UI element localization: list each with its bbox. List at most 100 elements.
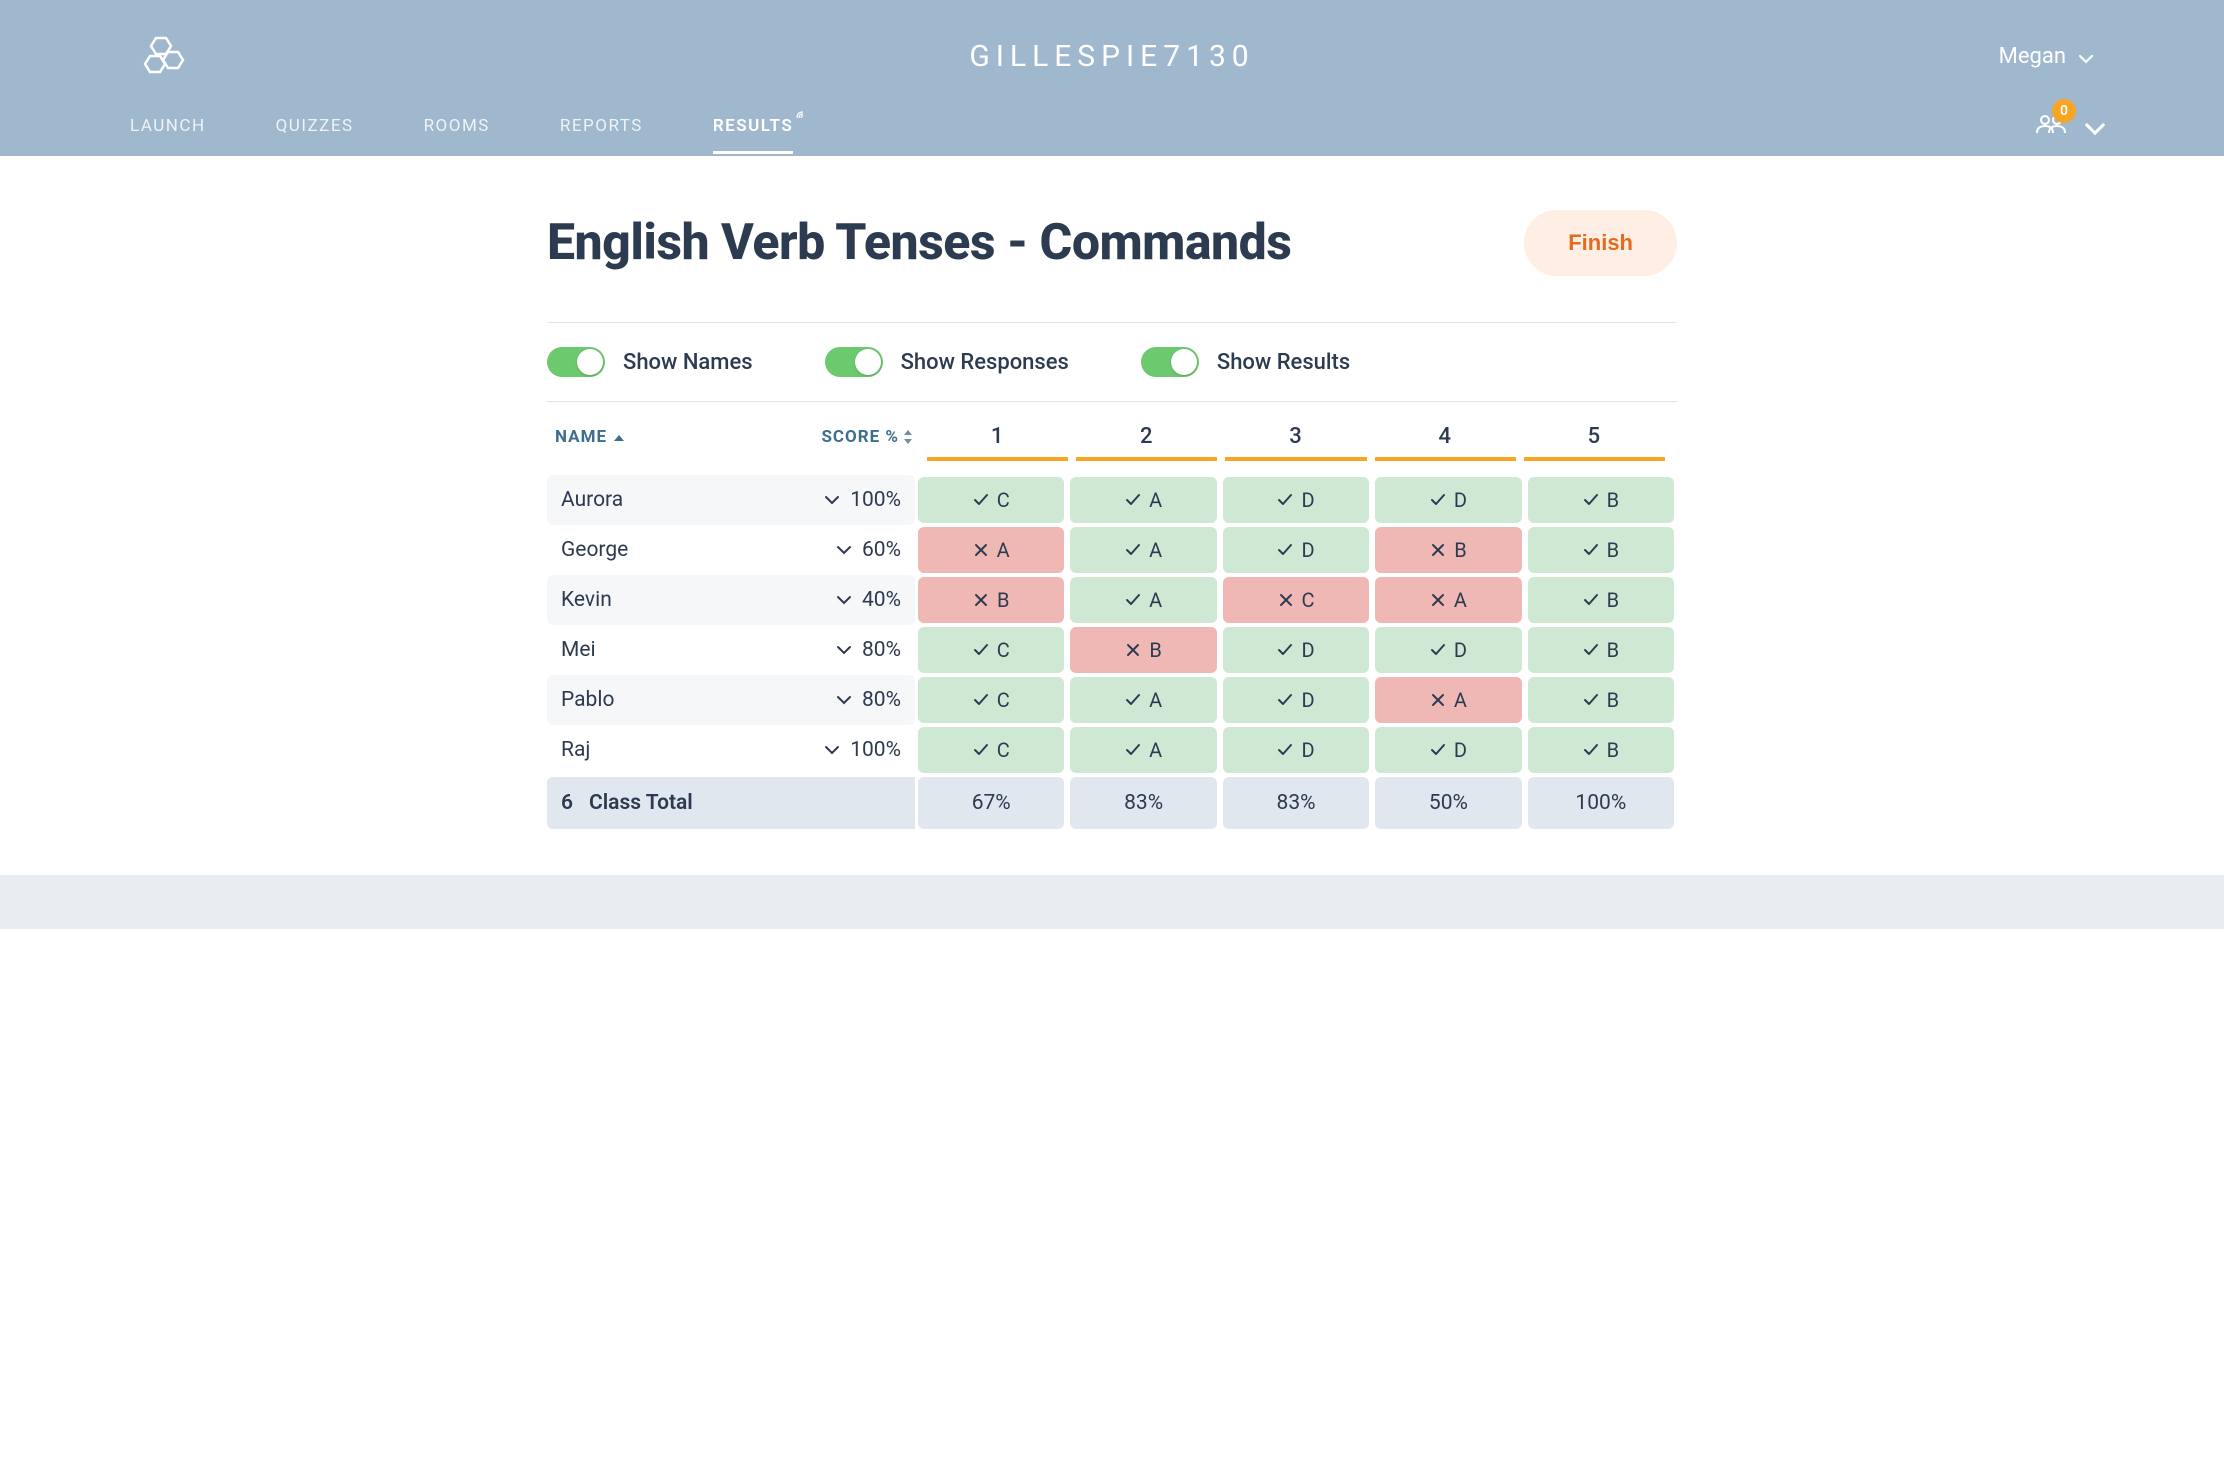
answer-cell[interactable]: B <box>1375 527 1521 573</box>
answer-letter: B <box>1607 488 1619 512</box>
student-name-cell[interactable]: Raj <box>547 725 797 775</box>
answer-cell[interactable]: D <box>1223 727 1369 773</box>
check-icon <box>1277 492 1293 508</box>
nav-quizzes[interactable]: QUIZZES <box>276 98 354 154</box>
toggle-show-names[interactable] <box>547 347 605 377</box>
answer-cell[interactable]: C <box>918 677 1064 723</box>
check-icon <box>1277 692 1293 708</box>
student-score-cell[interactable]: 80% <box>797 675 915 725</box>
chevron-down-icon <box>836 592 852 608</box>
answer-cell[interactable]: C <box>918 727 1064 773</box>
answer-cell[interactable]: B <box>1528 577 1674 623</box>
room-code[interactable]: GILLESPIE7130 <box>969 39 1254 74</box>
answer-cell[interactable]: D <box>1223 627 1369 673</box>
column-q1[interactable]: 1 <box>923 424 1072 449</box>
page-title: English Verb Tenses - Commands <box>547 214 1291 272</box>
answer-cell[interactable]: A <box>1070 527 1216 573</box>
answer-cell[interactable]: D <box>1375 477 1521 523</box>
answer-letter: A <box>1149 588 1162 612</box>
student-name-cell[interactable]: Mei <box>547 625 797 675</box>
answer-cell[interactable]: B <box>918 577 1064 623</box>
answer-letter: D <box>1301 638 1314 662</box>
column-q5[interactable]: 5 <box>1520 424 1669 449</box>
column-q2[interactable]: 2 <box>1072 424 1221 449</box>
total-label: Class Total <box>589 791 693 815</box>
column-q4[interactable]: 4 <box>1371 424 1520 449</box>
total-q4: 50% <box>1375 777 1521 829</box>
total-label-cell: 6 Class Total <box>547 777 915 829</box>
answer-letter: A <box>1149 688 1162 712</box>
student-score-cell[interactable]: 80% <box>797 625 915 675</box>
answer-letter: C <box>997 688 1010 712</box>
answer-cell[interactable]: A <box>1070 677 1216 723</box>
answer-letter: C <box>997 738 1010 762</box>
answer-letter: D <box>1301 738 1314 762</box>
student-name-cell[interactable]: Pablo <box>547 675 797 725</box>
answer-cell[interactable]: B <box>1528 527 1674 573</box>
answer-letter: A <box>1454 688 1467 712</box>
answer-cell[interactable]: B <box>1070 627 1216 673</box>
check-icon <box>1125 692 1141 708</box>
user-menu[interactable]: Megan <box>1999 44 2094 69</box>
toggle-show-results[interactable] <box>1141 347 1199 377</box>
chevron-down-icon <box>2078 118 2094 134</box>
student-name-cell[interactable]: Aurora <box>547 475 797 525</box>
score-value: 80% <box>862 688 901 712</box>
answer-cell[interactable]: B <box>1528 677 1674 723</box>
check-icon <box>1277 742 1293 758</box>
answer-cell[interactable]: D <box>1223 477 1369 523</box>
student-score-cell[interactable]: 100% <box>797 475 915 525</box>
check-icon <box>1430 492 1446 508</box>
student-score-cell[interactable]: 100% <box>797 725 915 775</box>
logo-icon[interactable] <box>140 32 188 80</box>
answer-letter: D <box>1301 538 1314 562</box>
toggle-row: Show Names Show Responses Show Results <box>547 323 1677 401</box>
student-name-cell[interactable]: George <box>547 525 797 575</box>
answer-cell[interactable]: A <box>1070 477 1216 523</box>
toggle-show-names-group: Show Names <box>547 347 753 377</box>
title-row: English Verb Tenses - Commands Finish <box>547 210 1677 276</box>
score-value: 100% <box>850 488 901 512</box>
total-q2: 83% <box>1070 777 1216 829</box>
answer-cell[interactable]: D <box>1223 527 1369 573</box>
nav-rooms[interactable]: ROOMS <box>424 98 490 154</box>
answer-cell[interactable]: A <box>1070 727 1216 773</box>
column-q3[interactable]: 3 <box>1221 424 1370 449</box>
cross-icon <box>973 542 989 558</box>
answer-cell[interactable]: A <box>1375 677 1521 723</box>
room-status[interactable]: 0 <box>2034 113 2094 139</box>
check-icon <box>973 642 989 658</box>
column-name[interactable]: NAME <box>555 427 805 447</box>
answer-cell[interactable]: D <box>1375 627 1521 673</box>
answer-cell[interactable]: D <box>1223 677 1369 723</box>
answer-letter: D <box>1301 488 1314 512</box>
total-q3: 83% <box>1223 777 1369 829</box>
table-row: Kevin40%BACAB <box>547 575 1677 625</box>
nav-launch[interactable]: LAUNCH <box>130 98 206 154</box>
toggle-show-responses[interactable] <box>825 347 883 377</box>
answer-cell[interactable]: A <box>918 527 1064 573</box>
nav-results[interactable]: RESULTS <box>713 98 793 154</box>
check-icon <box>1583 492 1599 508</box>
answer-cell[interactable]: D <box>1375 727 1521 773</box>
answer-cell[interactable]: C <box>918 627 1064 673</box>
finish-button[interactable]: Finish <box>1524 210 1677 276</box>
answer-cell[interactable]: B <box>1528 477 1674 523</box>
footer-strip <box>0 875 2224 929</box>
answer-cell[interactable]: B <box>1528 627 1674 673</box>
answer-cell[interactable]: B <box>1528 727 1674 773</box>
student-score-cell[interactable]: 60% <box>797 525 915 575</box>
answer-cell[interactable]: C <box>918 477 1064 523</box>
answer-cell[interactable]: A <box>1070 577 1216 623</box>
column-score[interactable]: SCORE % <box>805 427 923 447</box>
check-icon <box>1125 592 1141 608</box>
chevron-down-icon <box>836 642 852 658</box>
answer-letter: B <box>1607 588 1619 612</box>
check-icon <box>1277 542 1293 558</box>
answer-cell[interactable]: C <box>1223 577 1369 623</box>
nav-reports[interactable]: REPORTS <box>560 98 643 154</box>
student-name-cell[interactable]: Kevin <box>547 575 797 625</box>
student-score-cell[interactable]: 40% <box>797 575 915 625</box>
answer-cell[interactable]: A <box>1375 577 1521 623</box>
cross-icon <box>1125 642 1141 658</box>
